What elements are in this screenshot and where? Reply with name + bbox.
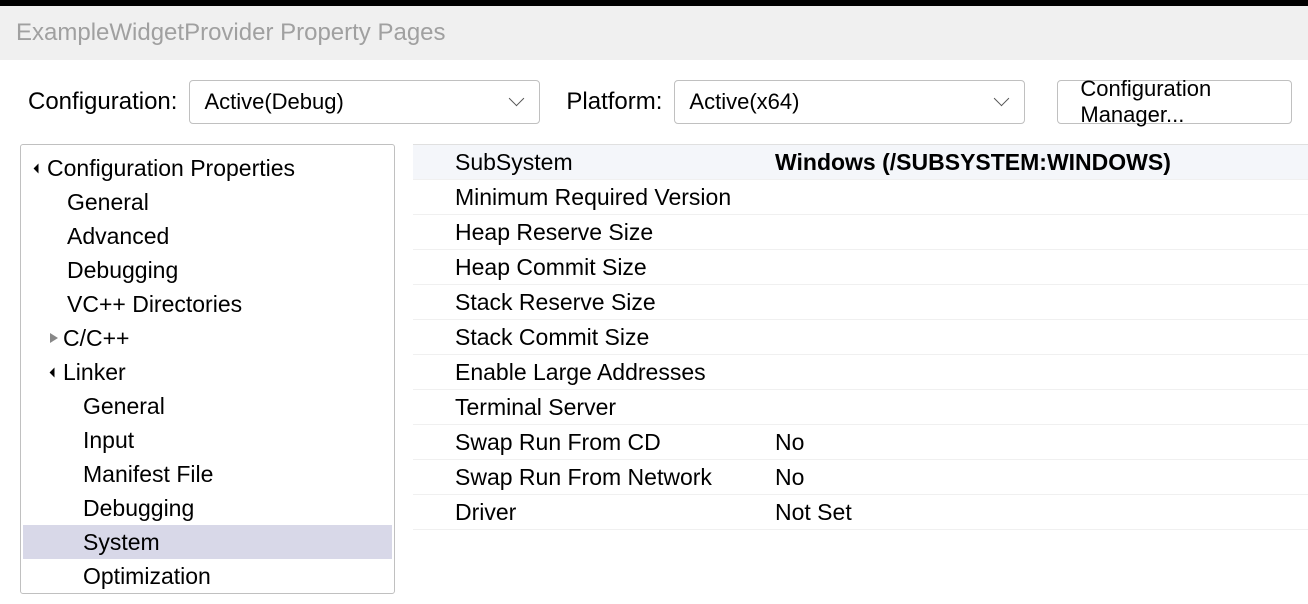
property-grid: SubSystem Windows (/SUBSYSTEM:WINDOWS) M… [413,144,1308,594]
tree-label: VC++ Directories [67,291,242,318]
tree-item-general[interactable]: General [23,185,392,219]
grid-label: Heap Commit Size [413,254,769,281]
configuration-label: Configuration: [28,88,177,116]
tree-item-linker-manifest-file[interactable]: Manifest File [23,457,392,491]
grid-row-min-required-version[interactable]: Minimum Required Version [413,180,1308,215]
chevron-down-icon [511,95,525,109]
tree-item-linker-optimization[interactable]: Optimization [23,559,392,593]
tree-item-linker-system[interactable]: System [23,525,392,559]
tree-label: C/C++ [63,325,129,352]
tree-label: General [67,189,149,216]
tree-label: System [83,529,160,556]
grid-label: Stack Reserve Size [413,289,769,316]
grid-row-driver[interactable]: Driver Not Set [413,495,1308,530]
tree-label: Optimization [83,563,211,590]
grid-label: Heap Reserve Size [413,219,769,246]
configuration-value: Active(Debug) [204,89,343,115]
grid-row-swap-network[interactable]: Swap Run From Network No [413,460,1308,495]
platform-label: Platform: [566,88,662,116]
tree-item-linker-general[interactable]: General [23,389,392,423]
grid-row-heap-commit[interactable]: Heap Commit Size [413,250,1308,285]
grid-row-subsystem[interactable]: SubSystem Windows (/SUBSYSTEM:WINDOWS) [413,145,1308,180]
tree-label: Manifest File [83,461,213,488]
tree-label: Debugging [83,495,194,522]
tree-label: Linker [63,359,126,386]
grid-row-enable-large-addresses[interactable]: Enable Large Addresses [413,355,1308,390]
main-area: Configuration Properties General Advance… [0,144,1308,594]
tree-label: General [83,393,165,420]
tree-item-advanced[interactable]: Advanced [23,219,392,253]
grid-label: Driver [413,499,769,526]
configuration-manager-label: Configuration Manager... [1080,76,1269,128]
grid-label: Enable Large Addresses [413,359,769,386]
grid-label: Terminal Server [413,394,769,421]
tree-collapse-icon [45,333,63,343]
tree-label: Configuration Properties [47,155,295,182]
tree-item-linker-input[interactable]: Input [23,423,392,457]
platform-dropdown[interactable]: Active(x64) [674,80,1025,124]
grid-label: Swap Run From CD [413,429,769,456]
grid-value: Windows (/SUBSYSTEM:WINDOWS) [769,149,1308,176]
grid-label: Minimum Required Version [413,184,769,211]
chevron-down-icon [996,95,1010,109]
tree-item-vcpp-directories[interactable]: VC++ Directories [23,287,392,321]
config-row: Configuration: Active(Debug) Platform: A… [0,60,1308,144]
tree-item-linker-debugging[interactable]: Debugging [23,491,392,525]
window-title: ExampleWidgetProvider Property Pages [16,19,446,47]
configuration-dropdown[interactable]: Active(Debug) [189,80,540,124]
tree-expand-icon [45,369,63,376]
tree-item-linker[interactable]: Linker [23,355,392,389]
grid-label: Swap Run From Network [413,464,769,491]
grid-value: No [769,464,1308,491]
grid-row-terminal-server[interactable]: Terminal Server [413,390,1308,425]
tree-label: Input [83,427,134,454]
grid-row-heap-reserve[interactable]: Heap Reserve Size [413,215,1308,250]
grid-value: No [769,429,1308,456]
grid-value: Not Set [769,499,1308,526]
tree-root-configuration-properties[interactable]: Configuration Properties [23,151,392,185]
grid-label: SubSystem [413,149,769,176]
tree-item-c-cpp[interactable]: C/C++ [23,321,392,355]
platform-value: Active(x64) [689,89,799,115]
grid-row-stack-commit[interactable]: Stack Commit Size [413,320,1308,355]
window-titlebar: ExampleWidgetProvider Property Pages [0,0,1308,60]
tree-panel: Configuration Properties General Advance… [20,144,395,594]
grid-row-stack-reserve[interactable]: Stack Reserve Size [413,285,1308,320]
grid-label: Stack Commit Size [413,324,769,351]
configuration-manager-button[interactable]: Configuration Manager... [1057,80,1292,124]
tree-item-debugging[interactable]: Debugging [23,253,392,287]
grid-row-swap-cd[interactable]: Swap Run From CD No [413,425,1308,460]
tree-expand-icon [29,165,47,172]
tree-label: Advanced [67,223,169,250]
tree-label: Debugging [67,257,178,284]
